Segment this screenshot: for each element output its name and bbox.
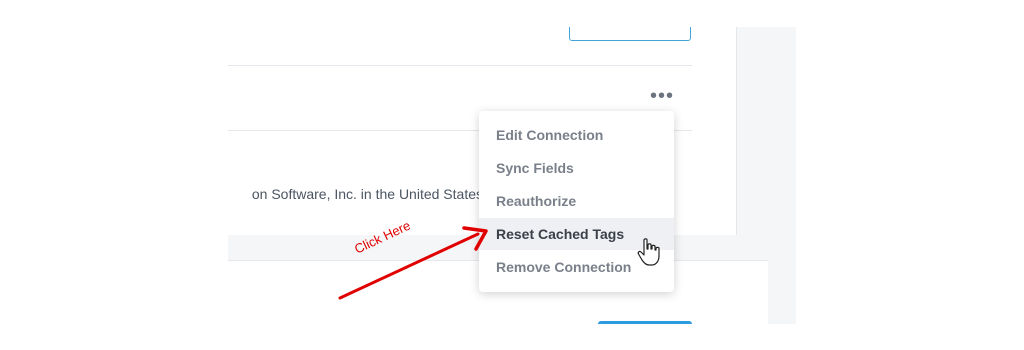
menu-item-edit-connection[interactable]: Edit Connection: [479, 119, 674, 151]
description-text: on Software, Inc. in the United States: [251, 186, 483, 202]
outline-button[interactable]: [569, 27, 691, 41]
connection-options-menu: Edit Connection Sync Fields Reauthorize …: [479, 111, 674, 292]
row-divider: [228, 65, 692, 66]
menu-item-remove-connection[interactable]: Remove Connection: [479, 251, 674, 283]
menu-item-sync-fields[interactable]: Sync Fields: [479, 152, 674, 184]
menu-item-reauthorize[interactable]: Reauthorize: [479, 185, 674, 217]
primary-button[interactable]: [598, 321, 692, 324]
more-horizontal-icon: •••: [649, 85, 674, 107]
menu-item-reset-cached-tags[interactable]: Reset Cached Tags: [479, 218, 674, 250]
more-options-button[interactable]: •••: [648, 83, 676, 109]
